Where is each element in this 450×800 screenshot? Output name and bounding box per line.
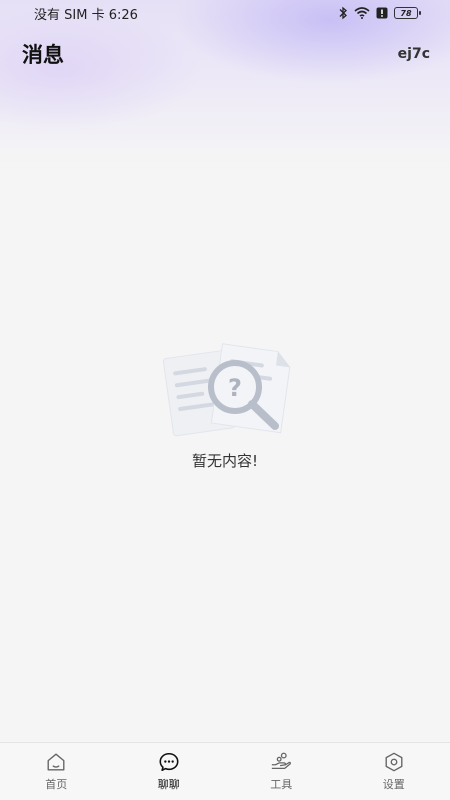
bottom-tab-bar: 首页 聊聊 工具 设置 [0,742,450,800]
carrier-time: 没有 SIM 卡 6:26 [34,7,138,23]
page-title: 消息 [22,43,64,67]
empty-state: ? 暂无内容! [0,340,450,471]
page-header: 消息 ej7c [22,38,430,70]
tab-tools[interactable]: 工具 [225,743,338,800]
user-id-label[interactable]: ej7c [398,46,430,62]
tab-tools-label: 工具 [270,778,293,791]
document-search-icon: ? [162,343,291,437]
tab-settings[interactable]: 设置 [338,743,450,800]
status-icons: 78 [338,6,421,20]
settings-icon [385,752,403,772]
bluetooth-icon [339,6,347,20]
battery-icon: 78 [394,7,421,19]
wifi-icon [354,7,370,19]
home-icon [47,753,65,771]
alert-icon [376,7,388,19]
tab-home-label: 首页 [45,778,68,791]
svg-text:?: ? [228,374,242,402]
tools-icon [272,752,292,770]
tab-chat[interactable]: 聊聊 [113,743,226,800]
tab-settings-label: 设置 [382,778,405,791]
tab-home[interactable]: 首页 [0,743,113,800]
empty-message: 暂无内容! [191,452,258,470]
status-bar: 没有 SIM 卡 6:26 78 [0,0,450,26]
tab-chat-label: 聊聊 [157,778,180,791]
chat-icon [159,752,179,772]
